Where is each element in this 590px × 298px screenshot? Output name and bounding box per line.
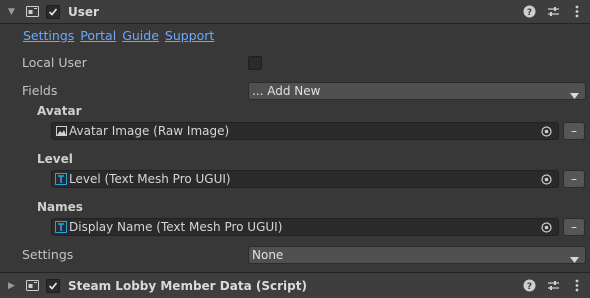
link-support[interactable]: Support: [165, 28, 214, 43]
level-label: Level: [37, 152, 73, 166]
component-title: Steam Lobby Member Data (Script): [68, 278, 307, 293]
remove-level-button[interactable]: –: [563, 170, 585, 188]
context-menu-icon[interactable]: [570, 5, 584, 19]
context-menu-icon[interactable]: [570, 279, 584, 293]
level-object-field[interactable]: Level (Text Mesh Pro UGUI): [51, 170, 559, 188]
help-icon[interactable]: ?: [522, 5, 536, 19]
object-picker-icon[interactable]: [541, 222, 552, 236]
avatar-object-field[interactable]: Avatar Image (Raw Image): [51, 122, 559, 140]
dropdown-arrow-icon: [570, 252, 579, 266]
link-guide[interactable]: Guide: [122, 28, 159, 43]
remove-avatar-glyph: –: [571, 124, 577, 138]
fields-label: Fields: [22, 83, 58, 98]
foldout-arrow-icon[interactable]: ▼: [8, 7, 18, 17]
text-mesh-pro-icon: [55, 221, 67, 233]
object-picker-icon[interactable]: [541, 174, 552, 188]
names-object-field[interactable]: Display Name (Text Mesh Pro UGUI): [51, 218, 559, 236]
component-enabled-checkbox[interactable]: [46, 278, 60, 293]
avatar-label: Avatar: [37, 104, 82, 118]
remove-avatar-button[interactable]: –: [563, 122, 585, 140]
fields-dropdown[interactable]: ... Add New: [248, 82, 586, 100]
remove-names-button[interactable]: –: [563, 218, 585, 236]
fields-dropdown-value: ... Add New: [252, 84, 321, 98]
settings-dropdown-value: None: [252, 248, 284, 262]
help-icon[interactable]: ?: [522, 279, 536, 293]
avatar-field-value: Avatar Image (Raw Image): [69, 124, 230, 138]
local-user-label: Local User: [22, 55, 87, 70]
script-component-icon: [26, 6, 40, 18]
remove-level-glyph: –: [571, 172, 577, 186]
documentation-links: Settings Portal Guide Support: [23, 28, 214, 43]
component-header-steam-lobby-member-data[interactable]: ▶ Steam Lobby Member Data (Script) ?: [0, 272, 590, 298]
preset-icon[interactable]: [546, 5, 560, 19]
preset-icon[interactable]: [546, 279, 560, 293]
object-picker-icon[interactable]: [541, 126, 552, 140]
raw-image-icon: [55, 125, 67, 137]
level-field-value: Level (Text Mesh Pro UGUI): [69, 172, 231, 186]
dropdown-arrow-icon: [570, 88, 579, 102]
foldout-arrow-collapsed-icon[interactable]: ▶: [8, 281, 18, 291]
names-label: Names: [37, 200, 83, 214]
text-mesh-pro-icon: [55, 173, 67, 185]
link-portal[interactable]: Portal: [80, 28, 116, 43]
link-settings[interactable]: Settings: [23, 28, 74, 43]
component-enabled-checkbox[interactable]: [46, 4, 60, 19]
component-title: User: [68, 4, 99, 19]
remove-names-glyph: –: [571, 220, 577, 234]
component-header-user[interactable]: ▼ User ?: [0, 0, 590, 24]
svg-text:?: ?: [526, 282, 531, 292]
settings-label: Settings: [22, 247, 74, 262]
settings-dropdown[interactable]: None: [248, 246, 586, 264]
svg-text:?: ?: [526, 8, 531, 18]
names-field-value: Display Name (Text Mesh Pro UGUI): [69, 220, 283, 234]
script-component-icon: [26, 280, 40, 292]
local-user-checkbox[interactable]: [248, 56, 262, 70]
